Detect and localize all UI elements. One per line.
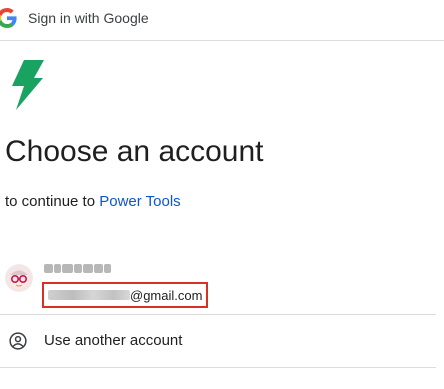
use-another-account-button[interactable]: Use another account <box>0 315 436 368</box>
google-g-icon <box>0 8 17 28</box>
header-title: Sign in with Google <box>28 10 149 26</box>
email-redacted <box>48 290 130 300</box>
account-item[interactable]: @gmail.com <box>0 252 436 315</box>
subtitle-text: to continue to <box>5 193 100 210</box>
page-title: Choose an account <box>5 135 264 168</box>
account-email: @gmail.com <box>42 282 209 308</box>
sign-in-page: Sign in with Google Choose an account to… <box>0 0 444 389</box>
use-another-account-label: Use another account <box>44 332 183 349</box>
account-name-redacted <box>44 264 114 276</box>
email-suffix: @gmail.com <box>130 287 203 303</box>
subtitle: to continue to Power Tools <box>5 193 181 210</box>
person-circle-icon <box>9 332 27 350</box>
lightning-bolt-icon <box>12 60 44 110</box>
avatar-glasses-icon <box>5 264 33 292</box>
app-name-link[interactable]: Power Tools <box>99 193 180 210</box>
header-bar: Sign in with Google <box>0 0 444 41</box>
